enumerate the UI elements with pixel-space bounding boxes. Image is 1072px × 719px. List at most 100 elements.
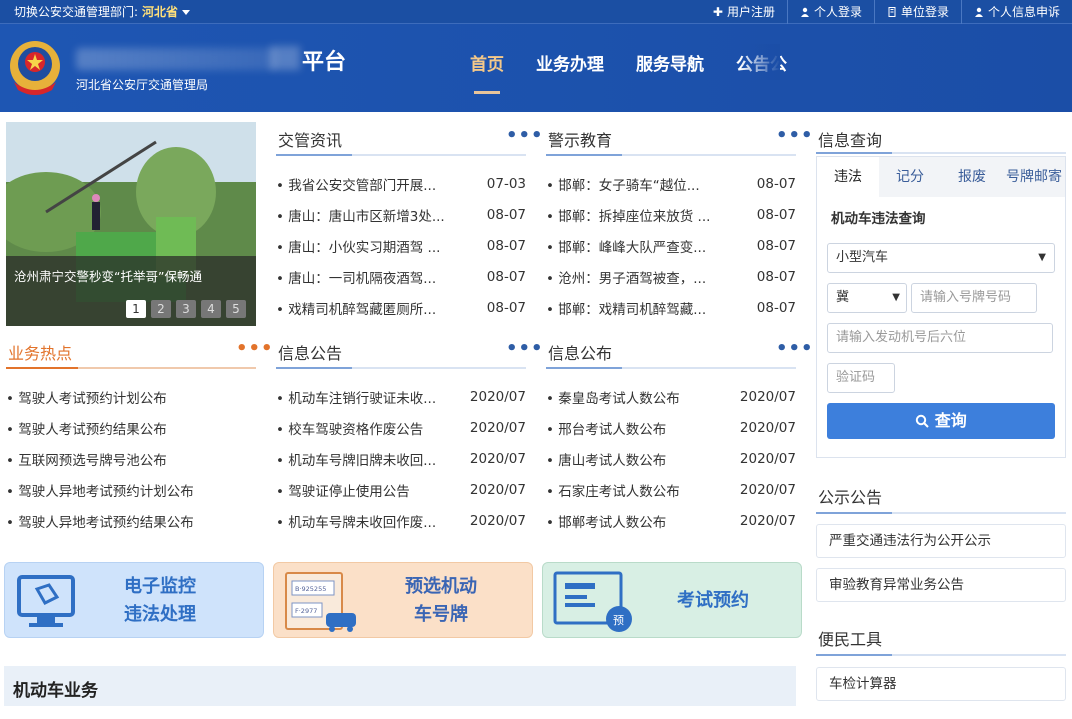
notice-item[interactable]: 严重交通违法行为公开公示 [816,524,1066,558]
tool-item[interactable]: 车检计算器 [816,667,1066,701]
section-divider [546,154,796,156]
tab-plate-mail[interactable]: 号牌邮寄 [1003,157,1065,197]
more-icon[interactable]: ••• [506,125,544,146]
section-title-xxgg: 信息公告 [278,344,343,363]
list-item[interactable]: • 机动车号牌未收回作废... 2020/07 [276,505,526,536]
search-icon [916,414,929,428]
user-icon [800,7,809,17]
section-title-jgzx: 交管资讯 [278,131,343,150]
tile-label: 考试预约 [677,590,749,611]
tab-violation[interactable]: 违法 [817,157,879,197]
tile-plate-preselect[interactable]: B·925255 F·2977 预选机动 车号牌 [273,562,533,638]
building-icon [888,7,896,17]
more-icon[interactable]: ••• [506,338,544,359]
list-item[interactable]: • 我省公安交管部门开展... 07-03 [276,168,526,199]
personal-login-label: 个人登录 [813,5,862,19]
unit-login-link[interactable]: 单位登录 [873,0,961,24]
list-item[interactable]: • 邯郸：女子骑车“越位... 08-07 [546,168,796,199]
more-icon[interactable]: ••• [236,338,274,359]
department-value[interactable]: 河北省 [142,5,178,19]
tile-exam-booking[interactable]: 预 考试预约 [542,562,802,638]
nav-fade [740,44,780,80]
list-item[interactable]: • 邯郸：拆掉座位来放货 ... 08-07 [546,199,796,230]
appeal-link[interactable]: 个人信息申诉 [960,0,1072,24]
vehicle-type-select[interactable]: 小型汽车 ▼ [827,243,1055,273]
province-select[interactable]: 冀 ▼ [827,283,907,313]
personal-login-link[interactable]: 个人登录 [786,0,874,24]
slider-page-2[interactable]: 2 [151,300,171,318]
notice-item[interactable]: 审验教育异常业务公告 [816,568,1066,602]
police-emblem-logo[interactable] [6,38,64,98]
list-item[interactable]: • 邯郸考试人数公布 2020/07 [546,505,796,536]
more-icon[interactable]: ••• [776,338,814,359]
plate-text-2: F·2977 [295,607,317,615]
query-button[interactable]: 查询 [827,403,1055,439]
site-title-blurred [270,46,300,70]
tile-label: 预选机动 车号牌 [405,576,477,625]
list-item[interactable]: • 互联网预选号牌号池公布 [6,443,256,474]
slider-page-5[interactable]: 5 [226,300,246,318]
tile-label: 电子监控 违法处理 [124,576,196,625]
tab-points[interactable]: 记分 [879,157,941,197]
bmgj-title: 便民工具 [818,630,883,649]
query-tabs: 违法 记分 报废 号牌邮寄 [817,157,1065,197]
news-slider[interactable]: 沧州肃宁交警秒变“托举哥”保畅通 1 2 3 4 5 [6,122,256,326]
list-item[interactable]: • 驾驶证停止使用公告 2020/07 [276,474,526,505]
list-item[interactable]: • 唐山考试人数公布 2020/07 [546,443,796,474]
section-title-jsjy: 警示教育 [548,131,613,150]
section-divider [276,367,526,369]
motor-business-title: 机动车业务 [13,681,98,701]
list-item[interactable]: • 石家庄考试人数公布 2020/07 [546,474,796,505]
site-title-blurred [76,48,276,70]
monitor-icon [17,575,75,627]
query-subtitle: 机动车违法查询 [831,211,926,227]
list-item[interactable]: • 邯郸：峰峰大队严查变... 08-07 [546,230,796,261]
exam-booking-icon: 预 [553,571,632,632]
caret-down-icon[interactable] [182,10,191,15]
list-item[interactable]: • 机动车号牌旧牌未收回... 2020/07 [276,443,526,474]
motor-business-bar: 机动车业务 [4,666,796,706]
list-xxgb: • 秦皇岛考试人数公布 2020/07 • 邢台考试人数公布 2020/07 • 唐… [546,381,796,536]
list-item[interactable]: • 机动车注销行驶证未收... 2020/07 [276,381,526,412]
list-item[interactable]: • 唐山：一司机隔夜酒驾... 08-07 [276,261,526,292]
engine-number-input[interactable]: 请输入发动机号后六位 [827,323,1053,353]
slider-page-3[interactable]: 3 [176,300,196,318]
section-title-xxgb: 信息公布 [548,344,613,363]
plus-icon: ✚ [712,5,723,19]
list-item[interactable]: • 唐山：小伙实习期酒驾 ... 08-07 [276,230,526,261]
slider-page-4[interactable]: 4 [201,300,221,318]
list-item[interactable]: • 驾驶人考试预约计划公布 [6,381,256,412]
list-item[interactable]: • 驾驶人异地考试预约计划公布 [6,474,256,505]
list-jsjy: • 邯郸：女子骑车“越位... 08-07 • 邯郸：拆掉座位来放货 ... 08-… [546,168,796,323]
site-title: 平台 [302,50,347,75]
tab-scrap[interactable]: 报废 [941,157,1003,197]
plate-number-input[interactable]: 请输入号牌号码 [911,283,1037,313]
tile-electronic-monitoring[interactable]: 电子监控 违法处理 [4,562,264,638]
section-divider [546,367,796,369]
list-item[interactable]: • 驾驶人异地考试预约结果公布 [6,505,256,536]
list-item[interactable]: • 驾驶人考试预约结果公布 [6,412,256,443]
list-item[interactable]: • 邯郸：戏精司机醉驾藏... 08-07 [546,292,796,323]
list-item[interactable]: • 校车驾驶资格作废公告 2020/07 [276,412,526,443]
list-item[interactable]: • 秦皇岛考试人数公布 2020/07 [546,381,796,412]
captcha-input[interactable]: 验证码 [827,363,895,393]
more-icon[interactable]: ••• [776,125,814,146]
nav-business[interactable]: 业务办理 [536,50,604,94]
section-divider [6,367,256,369]
section-divider [816,512,1066,514]
user-icon [974,7,983,17]
register-link[interactable]: ✚ 用户注册 [701,0,787,24]
list-ywrd: • 驾驶人考试预约计划公布 • 驾驶人考试预约结果公布 • 互联网预选号牌号池公… [6,381,256,536]
nav-home[interactable]: 首页 [470,50,504,94]
unit-login-label: 单位登录 [900,5,949,19]
slider-caption[interactable]: 沧州肃宁交警秒变“托举哥”保畅通 [14,266,248,285]
list-item[interactable]: • 戏精司机醉驾藏匿厕所... 08-07 [276,292,526,323]
slider-page-1[interactable]: 1 [126,300,146,318]
list-item[interactable]: • 唐山：唐山市区新增3处... 08-07 [276,199,526,230]
list-item[interactable]: • 邢台考试人数公布 2020/07 [546,412,796,443]
nav-service[interactable]: 服务导航 [636,50,704,94]
section-title-ywrd: 业务热点 [8,344,73,363]
list-item[interactable]: • 沧州：男子酒驾被查，... 08-07 [546,261,796,292]
list-jgzx: • 我省公安交管部门开展... 07-03 • 唐山：唐山市区新增3处... 08-… [276,168,526,323]
department-switcher[interactable]: 切换公安交通管理部门: 河北省 [14,3,191,20]
